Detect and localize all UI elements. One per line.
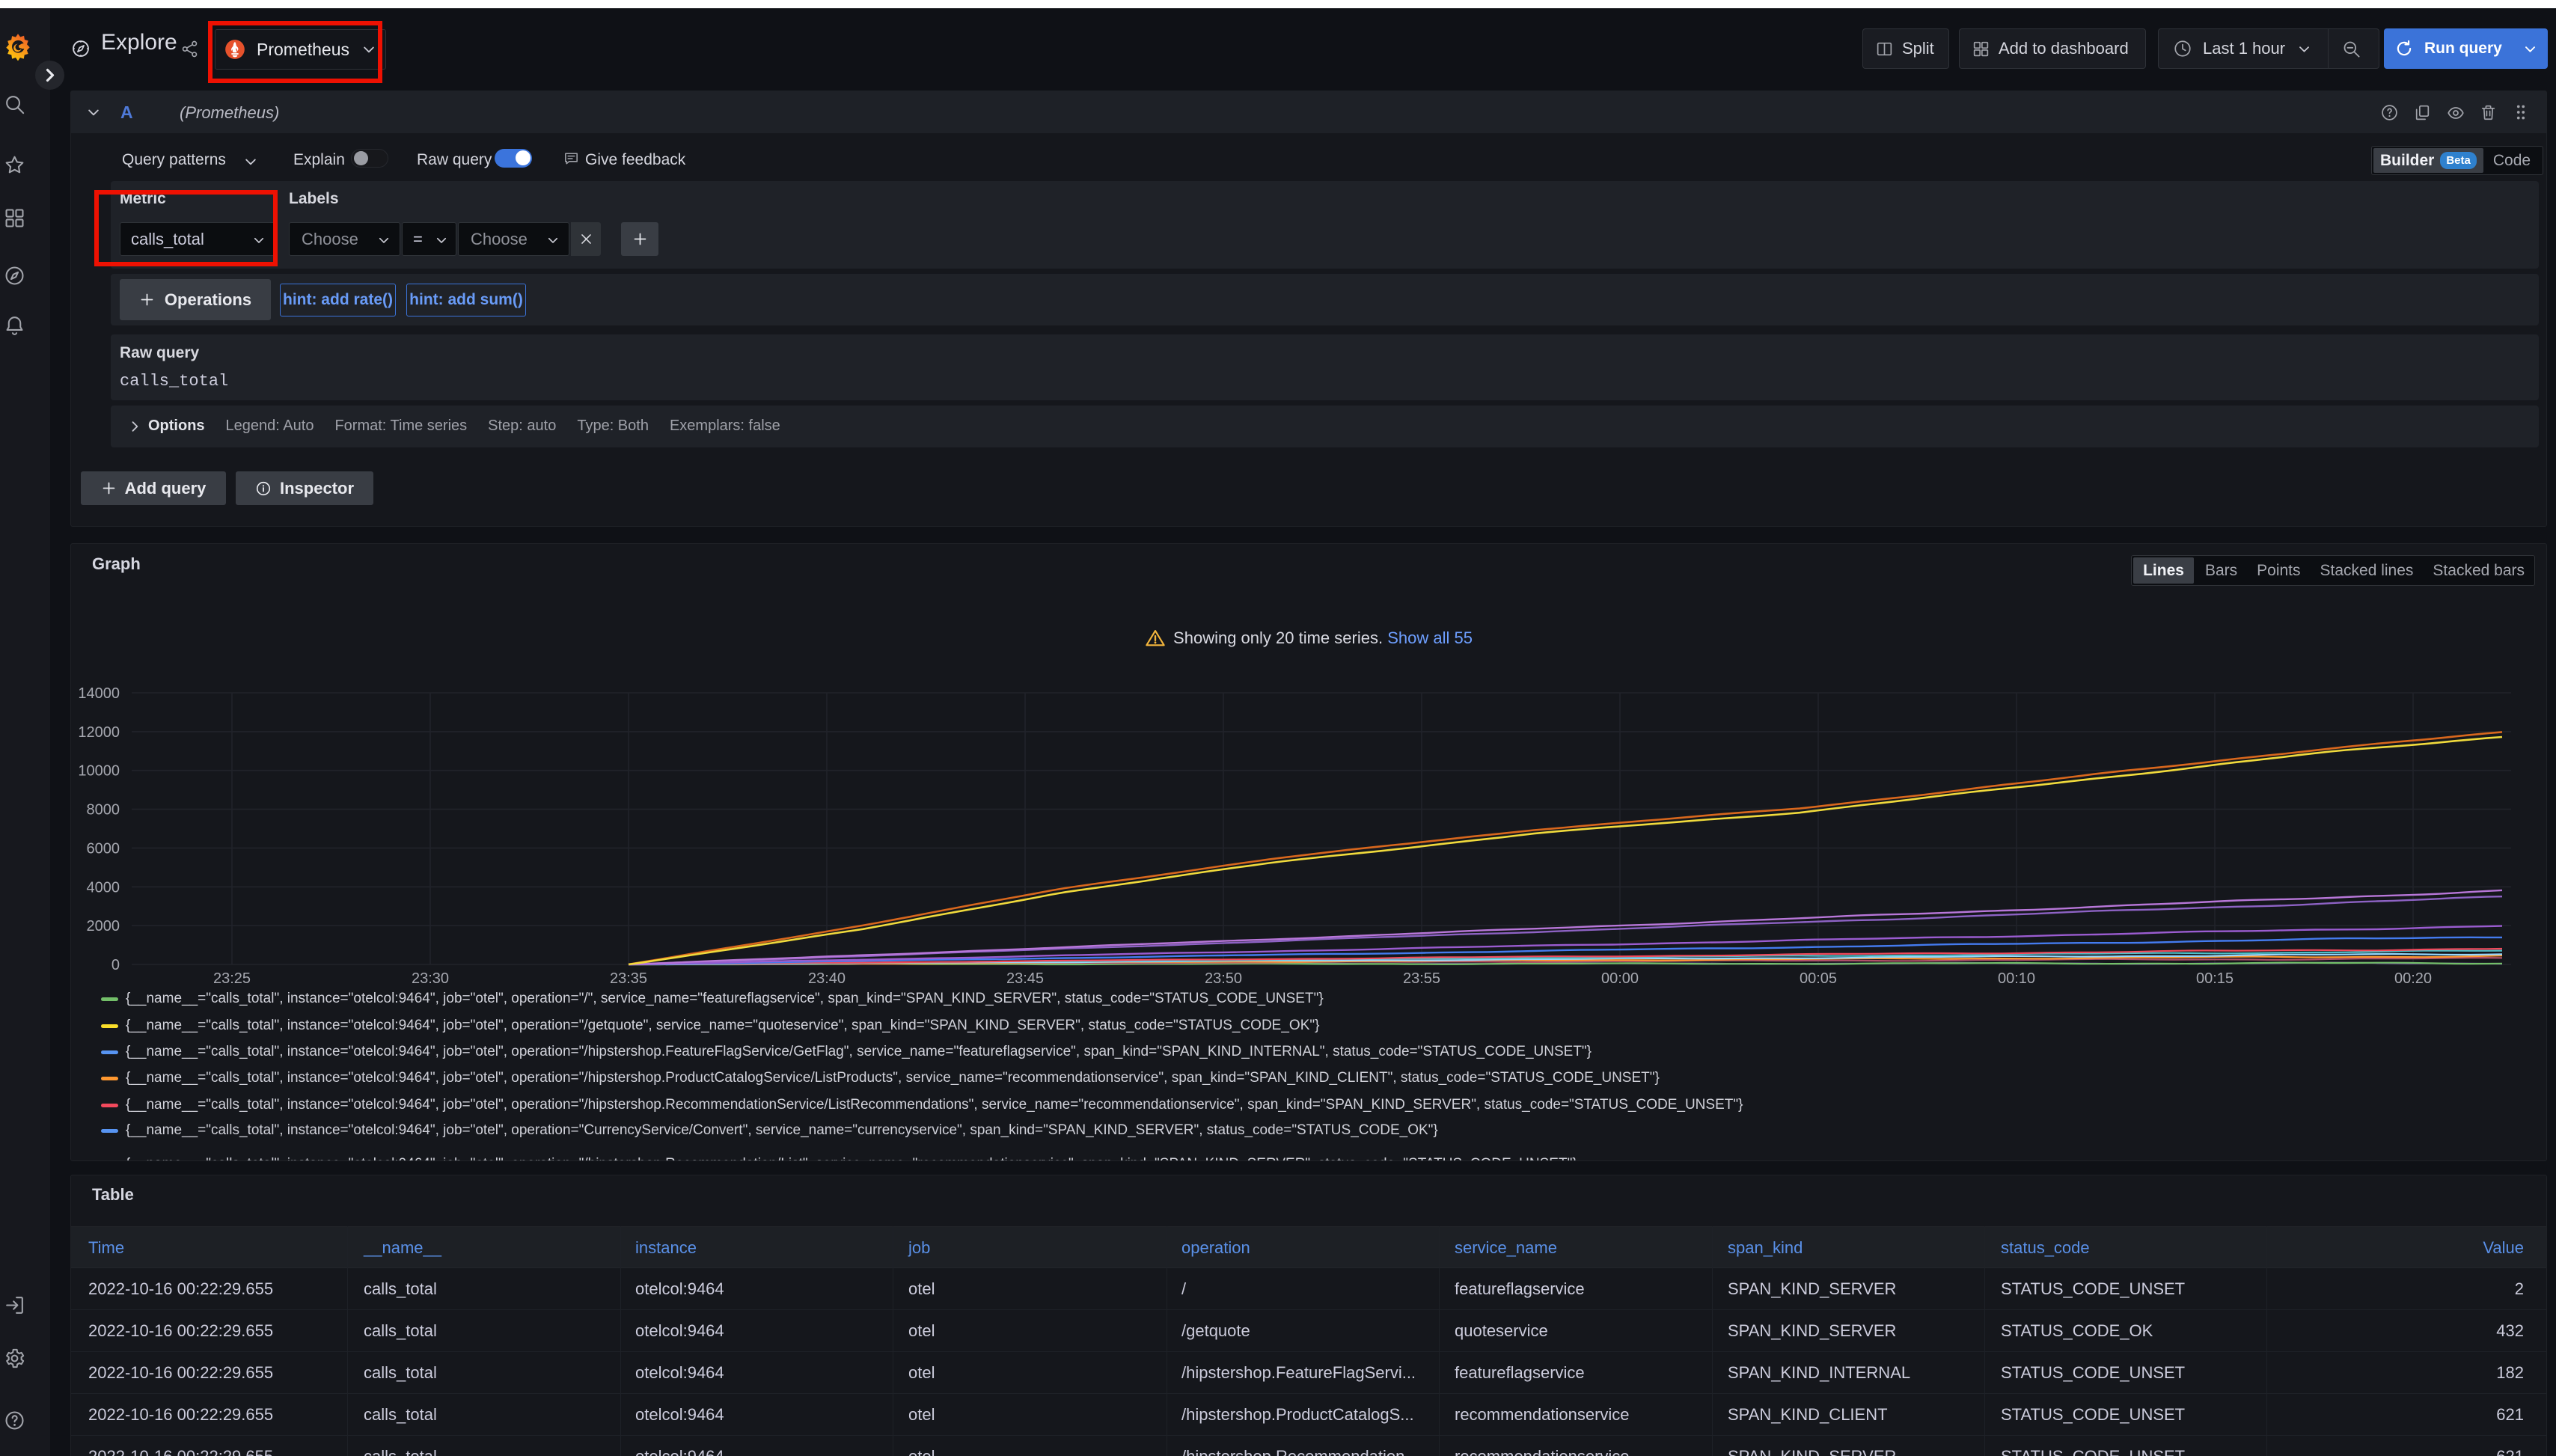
svg-text:00:05: 00:05 xyxy=(1800,970,1837,987)
svg-text:12000: 12000 xyxy=(78,724,120,741)
svg-text:23:35: 23:35 xyxy=(610,970,647,987)
svg-text:10000: 10000 xyxy=(78,763,120,780)
svg-text:23:50: 23:50 xyxy=(1205,970,1242,987)
svg-text:6000: 6000 xyxy=(87,840,120,857)
svg-text:23:30: 23:30 xyxy=(412,970,449,987)
svg-text:00:00: 00:00 xyxy=(1601,970,1639,987)
svg-text:8000: 8000 xyxy=(87,802,120,819)
svg-text:00:10: 00:10 xyxy=(1998,970,2035,987)
svg-text:23:40: 23:40 xyxy=(808,970,846,987)
svg-text:23:25: 23:25 xyxy=(213,970,251,987)
svg-text:14000: 14000 xyxy=(78,685,120,702)
svg-text:00:20: 00:20 xyxy=(2394,970,2432,987)
svg-text:2000: 2000 xyxy=(87,918,120,935)
svg-text:23:45: 23:45 xyxy=(1006,970,1044,987)
svg-text:00:15: 00:15 xyxy=(2196,970,2234,987)
svg-text:4000: 4000 xyxy=(87,879,120,896)
svg-text:23:55: 23:55 xyxy=(1403,970,1440,987)
svg-text:0: 0 xyxy=(111,957,120,973)
